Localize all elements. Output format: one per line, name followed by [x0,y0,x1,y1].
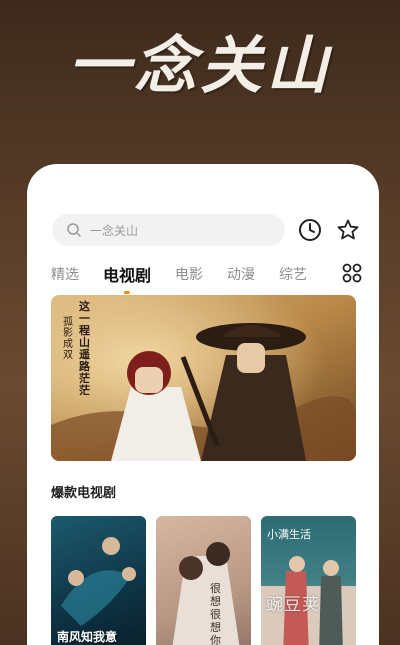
category-tabs: 精选 电视剧 电影 动漫 综艺 [51,259,363,294]
section-title: 爆款电视剧 [51,486,117,501]
app-screen: 一念关山 精选 电视剧 电影 动漫 综艺 这一程山遥路茫茫 孤影成双 爆款电视剧… [27,164,379,645]
tab-anime[interactable]: 动漫 [227,264,255,284]
history-icon[interactable] [298,218,322,242]
banner-poem-line2: 孤影成双 [63,317,73,361]
card-title: 南风知我意 [57,630,118,644]
card-title: 很想很想你 [210,582,221,645]
hero-title: 一念关山 [67,29,332,102]
search-icon [67,223,81,237]
drama-card[interactable]: 很想很想你 [156,516,251,645]
tab-movies[interactable]: 电影 [175,264,203,284]
banner-artwork [51,295,356,461]
tab-variety[interactable]: 综艺 [279,264,307,284]
drama-list: 南风知我意 很想很想你 小满生活 [51,516,356,645]
banner-poem-line1: 这一程山遥路茫茫 [79,300,90,397]
featured-banner[interactable]: 这一程山遥路茫茫 孤影成双 [51,295,356,461]
search-input[interactable]: 一念关山 [52,214,285,246]
search-placeholder: 一念关山 [90,223,139,238]
card-title: 小满生活 [267,528,311,541]
watermark: 豌豆荚 [266,595,320,615]
poster-artwork [61,537,136,626]
poster-artwork [172,542,240,645]
more-categories-icon[interactable] [341,262,363,284]
star-icon[interactable] [336,218,360,242]
drama-card[interactable]: 南风知我意 [51,516,146,645]
tab-featured[interactable]: 精选 [51,264,79,284]
tab-tv-series[interactable]: 电视剧 [103,262,151,294]
drama-card[interactable]: 小满生活 [261,516,356,645]
search-row: 一念关山 [52,214,362,246]
